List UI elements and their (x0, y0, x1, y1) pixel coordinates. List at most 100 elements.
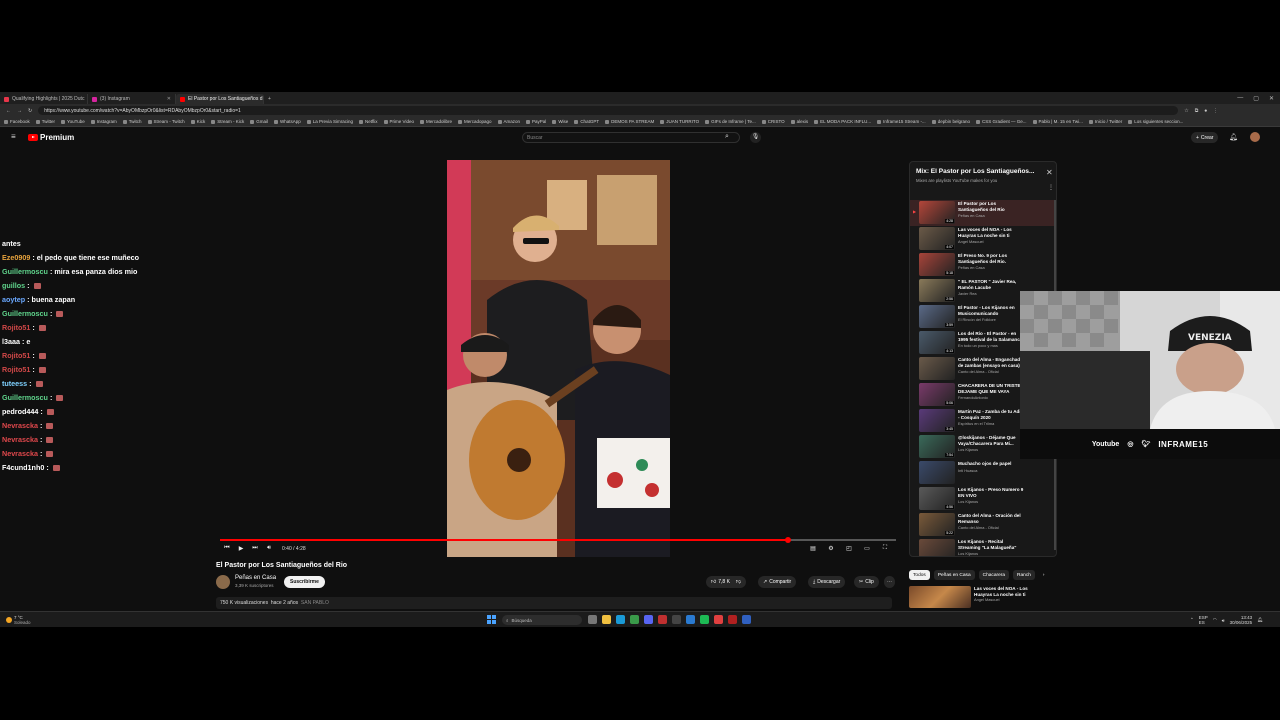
playlist-item[interactable]: 4:07 Las voces del NOA - Los Huayras La n… (910, 226, 1056, 252)
new-tab-button[interactable]: + (264, 94, 278, 104)
download-button[interactable]: ⤓ Descargar (808, 576, 846, 588)
previous-icon[interactable]: ⏮ (220, 545, 234, 552)
app-icon[interactable] (728, 615, 737, 624)
minimize-icon[interactable]: — (1237, 95, 1243, 101)
related-video-item[interactable]: Las voces del NOA - Los Huayras La noche… (909, 586, 1057, 612)
wifi-icon[interactable]: ◠ (1213, 617, 1217, 623)
settings-gear-icon[interactable]: ⚙ (824, 545, 838, 552)
playlist-item-thumbnail[interactable]: 7:54 (919, 435, 955, 458)
miniplayer-icon[interactable]: ◰ (842, 545, 856, 552)
fullscreen-icon[interactable]: ⛶ (878, 545, 892, 552)
playlist-item-thumbnail[interactable]: 3:59 (919, 305, 955, 328)
browser-tab[interactable]: (3) Instagram ✕ (88, 94, 176, 104)
task-view-icon[interactable] (588, 615, 597, 624)
chat-username[interactable]: antes (2, 237, 21, 251)
bookmark-item[interactable]: YouTube (61, 119, 85, 124)
playlist-item-thumbnail[interactable]: 4:28 (919, 201, 955, 224)
bookmark-item[interactable]: GIFs de Inframe | Te... (705, 119, 756, 124)
search-icon[interactable]: ⌕ (725, 133, 729, 141)
playlist-item-thumbnail[interactable]: 4:13 (919, 331, 955, 354)
playlist-item-thumbnail[interactable] (919, 357, 955, 380)
forward-icon[interactable]: → (17, 108, 22, 114)
search-input[interactable]: Buscar (522, 132, 740, 143)
play-icon[interactable]: ▶ (234, 545, 248, 552)
back-icon[interactable]: ← (6, 108, 11, 114)
discord-icon[interactable] (644, 615, 653, 624)
weather-widget[interactable]: 7 °C Soleado (6, 615, 31, 625)
chat-username[interactable]: pedrod444 (2, 405, 38, 419)
chat-username[interactable]: Eze0909 (2, 251, 30, 265)
bookmark-item[interactable]: Kick (190, 119, 205, 124)
thumbs-down-icon[interactable]: 👎︎ (736, 579, 741, 585)
app-icon[interactable] (714, 615, 723, 624)
chat-username[interactable]: Nevrascka (2, 419, 38, 433)
filter-chip[interactable]: Chacarera (978, 570, 1010, 580)
bookmark-item[interactable]: Wise (552, 119, 568, 124)
bookmark-item[interactable]: CSS Gradient — Ge... (975, 119, 1027, 124)
bookmark-item[interactable]: Inicio / Twitter (1088, 119, 1122, 124)
filter-chip[interactable]: Todos (909, 570, 930, 580)
chat-username[interactable]: Rojito51 (2, 321, 30, 335)
bookmark-item[interactable]: Twitch (122, 119, 142, 124)
bookmark-item[interactable]: EL MODA PACK INFLU... (814, 119, 871, 124)
microphone-icon[interactable]: 🎙 (750, 132, 761, 143)
playlist-item[interactable]: 5:18 El Preso No. 9 por Los Santiagueños … (910, 252, 1056, 278)
playlist-item-thumbnail[interactable]: 3:45 (919, 409, 955, 432)
theater-mode-icon[interactable]: ▭ (860, 545, 874, 552)
youtube-premium-logo[interactable]: Premium (28, 133, 74, 142)
create-button[interactable]: + Crear (1191, 132, 1219, 143)
bookmark-item[interactable]: Facebook (4, 119, 30, 124)
playlist-item[interactable]: ▶ 4:28 El Pastor por Los Santiagueños del … (910, 200, 1056, 226)
video-description-box[interactable]: 750 K visualizaciones hace 2 años SAN PA… (216, 597, 892, 609)
bookmark-item[interactable]: Los siguientes seccion... (1128, 119, 1183, 124)
speaker-icon[interactable]: 🔊︎ (1222, 618, 1225, 623)
close-window-icon[interactable]: ✕ (1269, 95, 1274, 102)
playlist-item-thumbnail[interactable]: 5:22 (919, 513, 955, 536)
browser-tab[interactable]: Qualifying Highlights | 2025 Dutc✕ (0, 94, 88, 104)
bookmark-item[interactable]: Prime Video (383, 119, 414, 124)
bookmark-item[interactable]: Mercadolibre (419, 119, 452, 124)
hamburger-menu-icon[interactable]: ≡ (11, 133, 19, 141)
bookmark-item[interactable]: Stream - Twitch (147, 119, 185, 124)
star-icon[interactable]: ☆ (1184, 108, 1188, 114)
chat-username[interactable]: Guillermoscu (2, 391, 48, 405)
playlist-item-thumbnail[interactable] (919, 461, 955, 484)
clip-button[interactable]: ✂ Clip (854, 576, 879, 588)
extensions-icon[interactable]: ⧉ (1195, 108, 1199, 114)
playlist-item-thumbnail[interactable]: 5:35 (919, 539, 955, 556)
chat-username[interactable]: F4cund1nh0 (2, 461, 44, 475)
related-video-thumbnail[interactable] (909, 586, 971, 608)
chrome-icon[interactable] (630, 615, 639, 624)
spotify-icon[interactable] (700, 615, 709, 624)
notification-icon[interactable]: 🔔︎ (1257, 617, 1263, 623)
app-icon[interactable] (686, 615, 695, 624)
bookmark-item[interactable]: depbin belgrano (931, 119, 970, 124)
filter-chip[interactable]: Ranch (1013, 570, 1035, 580)
chat-username[interactable]: aoytep (2, 293, 25, 307)
bookmark-item[interactable]: Inframe15 Stream -... (877, 119, 926, 124)
browser-tab-active[interactable]: El Pastor por Los Santiagueños d✕ (176, 94, 264, 104)
playlist-item-thumbnail[interactable]: 4:07 (919, 227, 955, 250)
chat-username[interactable]: Nevrascka (2, 433, 38, 447)
chat-username[interactable]: tuteess (2, 377, 27, 391)
chevron-up-icon[interactable]: ⌃ (1190, 617, 1194, 623)
playlist-item-thumbnail[interactable]: 5:18 (919, 253, 955, 276)
bookmark-item[interactable]: Pablo | M. 15 en Twi... (1032, 119, 1083, 124)
more-options-icon[interactable]: ⋮ (1048, 184, 1054, 191)
notifications-bell-icon[interactable]: 🔔︎ (1229, 133, 1238, 141)
channel-avatar[interactable] (216, 575, 230, 589)
account-avatar[interactable] (1250, 132, 1260, 142)
bookmark-item[interactable]: DEMOS PA STREAM (605, 119, 654, 124)
subscribe-button[interactable]: Suscribirme (284, 576, 325, 588)
reload-icon[interactable]: ↻ (28, 108, 32, 114)
bookmark-item[interactable]: JUAN TURRITO (660, 119, 699, 124)
channel-name[interactable]: Peñas en Casa (235, 575, 276, 581)
playlist-item-thumbnail[interactable]: 2:56 (919, 279, 955, 302)
chat-username[interactable]: l3aaa (2, 335, 20, 349)
playlist-item-thumbnail[interactable]: 4:56 (919, 487, 955, 510)
edge-icon[interactable] (616, 615, 625, 624)
playlist-item[interactable]: 4:56 Los Kijanos - Preso Numero 9 EN VIVO… (910, 486, 1056, 512)
app-icon[interactable] (742, 615, 751, 624)
bookmark-item[interactable]: alexis (790, 119, 808, 124)
chat-username[interactable]: Guillermoscu (2, 307, 48, 321)
